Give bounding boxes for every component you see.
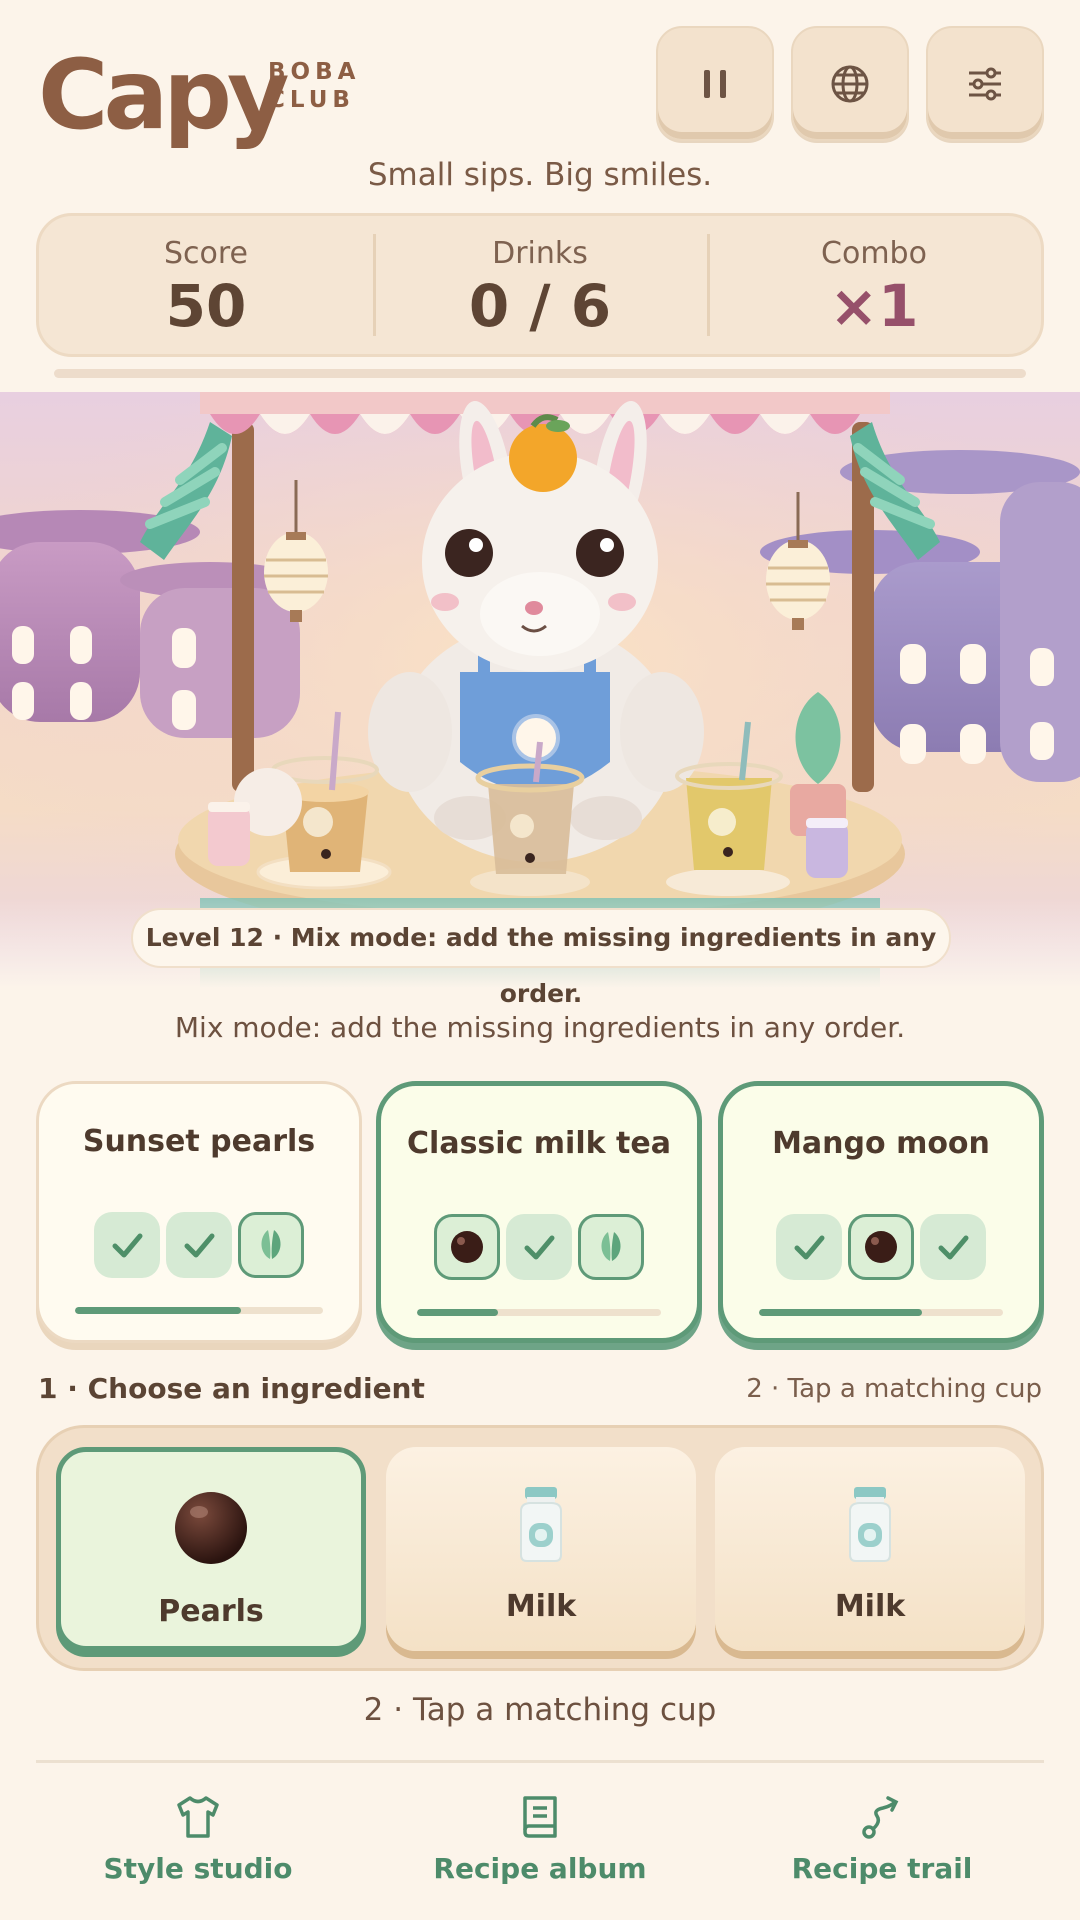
milk-bottle-icon — [520, 1487, 562, 1562]
mode-hint: Mix mode: add the missing ingredients in… — [174, 1011, 906, 1044]
slot-needed — [238, 1212, 304, 1278]
drinks-stat: Drinks 0 / 6 — [373, 216, 707, 354]
level-progress-track — [54, 369, 1026, 378]
pearl-icon — [451, 1231, 483, 1263]
ingredient-button[interactable]: Milk — [715, 1447, 1025, 1651]
language-button[interactable] — [791, 26, 909, 141]
slot-filled — [920, 1214, 986, 1280]
nav-divider — [36, 1760, 1044, 1763]
ingredient-icon — [511, 1483, 571, 1569]
order-progress-fill — [75, 1307, 242, 1314]
nav-label-recipe-trail: Recipe trail — [791, 1852, 973, 1885]
nav-label-style-studio: Style studio — [103, 1852, 293, 1885]
slot-needed — [434, 1214, 500, 1280]
nav-style-studio[interactable]: Style studio — [48, 1790, 348, 1885]
nav-recipe-trail[interactable]: Recipe trail — [732, 1790, 1032, 1885]
ingredient-label: Milk — [834, 1589, 906, 1624]
shirt-icon — [177, 1796, 219, 1838]
score-value: 50 — [165, 272, 247, 340]
check-icon — [938, 1235, 969, 1260]
step-choose-label: 1 · Choose an ingredient — [38, 1372, 425, 1405]
ingredient-button[interactable]: Milk — [386, 1447, 696, 1651]
order-card[interactable]: Sunset pearls — [36, 1081, 362, 1343]
step-tap-label: 2 · Tap a matching cup — [746, 1374, 1042, 1404]
combo-value: ×1 — [829, 272, 919, 340]
pearl-icon — [865, 1231, 897, 1263]
check-icon — [184, 1233, 215, 1258]
nav-recipe-album[interactable]: Recipe album — [390, 1790, 690, 1885]
order-card[interactable]: Mango moon — [718, 1081, 1044, 1343]
order-title: Sunset pearls — [82, 1124, 316, 1159]
order-card[interactable]: Classic milk tea — [376, 1081, 702, 1343]
milk-bottle-icon — [849, 1487, 891, 1562]
book-icon — [523, 1796, 557, 1838]
order-progress-bar — [759, 1309, 1003, 1316]
check-icon — [794, 1235, 825, 1260]
route-icon — [862, 1796, 899, 1839]
order-progress-bar — [75, 1307, 323, 1314]
slot-filled — [506, 1214, 572, 1280]
slot-filled — [776, 1214, 842, 1280]
settings-button[interactable] — [926, 26, 1044, 141]
tap-cup-hint: 2 · Tap a matching cup — [363, 1692, 717, 1728]
ingredient-icon — [171, 1488, 251, 1572]
slot-needed — [848, 1214, 914, 1280]
drinks-value: 0 / 6 — [468, 272, 612, 340]
nav-label-recipe-album: Recipe album — [433, 1852, 647, 1885]
slot-filled — [166, 1212, 232, 1278]
ingredient-icon — [840, 1483, 900, 1569]
logo-sub-line1: BOBA — [268, 59, 361, 85]
leaf-icon — [601, 1232, 621, 1261]
order-title: Mango moon — [772, 1126, 990, 1161]
combo-stat: Combo ×1 — [707, 216, 1041, 354]
leaf-icon — [261, 1230, 281, 1259]
stats-panel: Score 50 Drinks 0 / 6 Combo ×1 — [36, 213, 1044, 357]
check-icon — [112, 1233, 143, 1258]
check-icon — [524, 1235, 555, 1260]
globe-icon — [831, 65, 869, 102]
ingredient-label: Pearls — [158, 1594, 264, 1629]
ingredient-slots — [381, 1214, 697, 1280]
logo-sub-line2: CLUB — [268, 87, 355, 113]
logo-subtitle: BOBA CLUB — [268, 58, 378, 114]
logo-wordmark: Capy — [38, 39, 290, 151]
game-scene — [0, 392, 1080, 988]
pause-icon — [704, 69, 726, 98]
combo-label: Combo — [821, 236, 927, 271]
score-stat: Score 50 — [39, 216, 373, 354]
ingredient-label: Milk — [505, 1589, 577, 1624]
level-banner: Level 12 · Mix mode: add the missing ing… — [131, 908, 951, 1008]
ingredient-button[interactable]: Pearls — [56, 1447, 366, 1651]
score-label: Score — [163, 236, 249, 271]
drinks-label: Drinks — [492, 236, 588, 271]
order-progress-fill — [759, 1309, 923, 1316]
order-progress-fill — [417, 1309, 498, 1316]
ingredient-slots — [723, 1214, 1039, 1280]
ingredient-slots — [39, 1212, 359, 1278]
tagline: Small sips. Big smiles. — [367, 157, 713, 193]
slot-filled — [94, 1212, 160, 1278]
pearl-icon — [175, 1492, 247, 1564]
order-progress-bar — [417, 1309, 661, 1316]
sliders-icon — [969, 67, 1001, 100]
slot-needed — [578, 1214, 644, 1280]
order-title: Classic milk tea — [407, 1126, 671, 1161]
pause-button[interactable] — [656, 26, 774, 141]
